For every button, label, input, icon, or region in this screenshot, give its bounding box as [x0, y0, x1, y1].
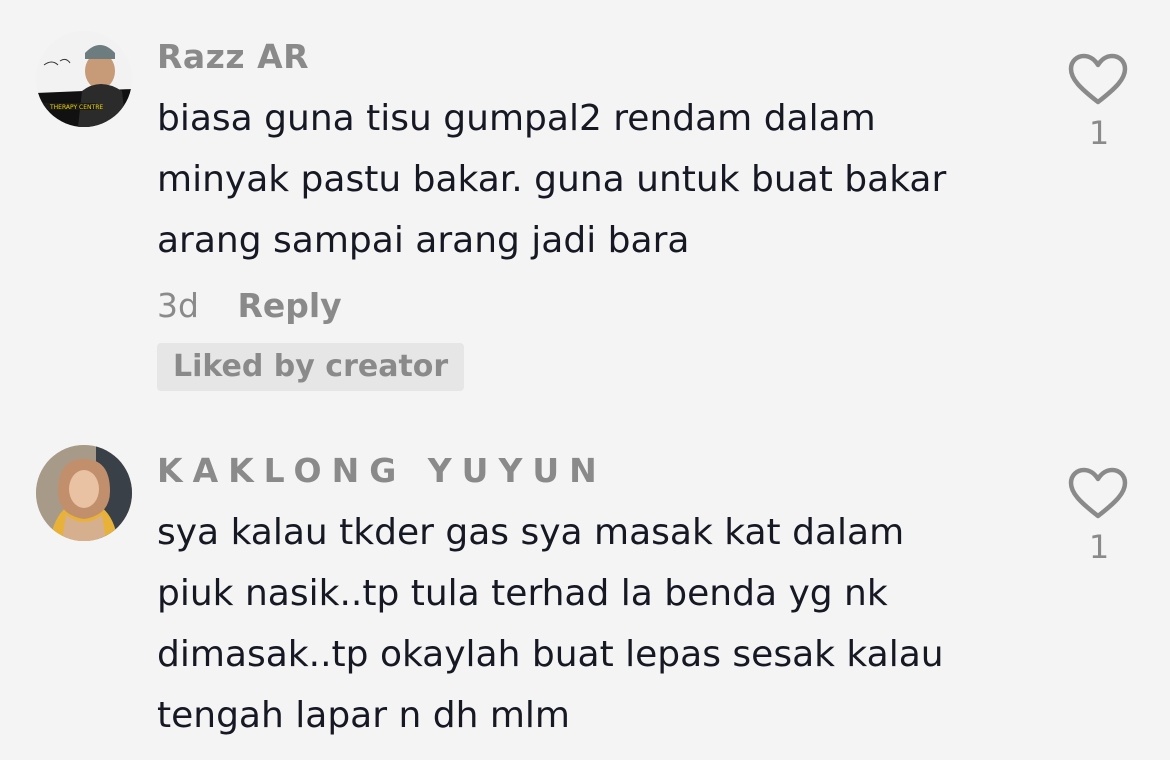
comment-username[interactable]: KAKLONG YUYUN: [157, 451, 607, 491]
comment-time: 3d: [157, 286, 199, 325]
comment-text-line: dimasak..tp okaylah buat lepas sesak kal…: [157, 634, 944, 675]
avatar-image: [36, 445, 132, 541]
comment-item: KAKLONG YUYUN sya kalau tkder gas sya ma…: [0, 410, 1170, 760]
comment-text-line: arang sampai arang jadi bara: [157, 220, 690, 261]
comment-meta: 3d Reply: [157, 284, 342, 328]
avatar-image: THERAPY CENTRE: [36, 31, 132, 127]
like-control: 1: [1068, 53, 1130, 153]
comment-text-line: sya kalau tkder gas sya masak kat dalam: [157, 512, 905, 553]
comment-text: biasa guna tisu gumpal2 rendam dalam min…: [157, 88, 1037, 271]
comment-username[interactable]: Razz AR: [157, 37, 309, 77]
reply-button[interactable]: Reply: [237, 286, 341, 325]
heart-outline-icon[interactable]: [1068, 53, 1128, 107]
heart-outline-icon[interactable]: [1068, 467, 1128, 521]
avatar[interactable]: [36, 445, 132, 541]
comment-item: THERAPY CENTRE Razz AR biasa guna tisu g…: [0, 0, 1170, 410]
comment-text-line: minyak pastu bakar. guna untuk buat baka…: [157, 159, 947, 200]
comment-text-line: biasa guna tisu gumpal2 rendam dalam: [157, 98, 876, 139]
avatar[interactable]: THERAPY CENTRE: [36, 31, 132, 127]
liked-by-creator-badge: Liked by creator: [157, 343, 465, 391]
comment-text-line: piuk nasik..tp tula terhad la benda yg n…: [157, 573, 888, 614]
comment-text: sya kalau tkder gas sya masak kat dalam …: [157, 502, 1037, 746]
like-control: 1: [1068, 467, 1130, 567]
like-count: 1: [1088, 114, 1110, 152]
avatar-caption: THERAPY CENTRE: [49, 104, 103, 111]
comment-text-line: tengah lapar n dh mlm: [157, 695, 570, 736]
like-count: 1: [1088, 528, 1110, 566]
